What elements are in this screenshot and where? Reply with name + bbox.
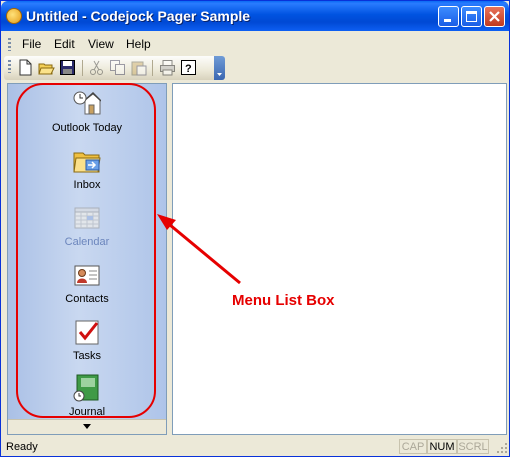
annotation-overlay bbox=[16, 83, 241, 418]
annotation-outline bbox=[16, 83, 156, 418]
annotation-arrow-line bbox=[163, 218, 241, 285]
annotation-label: Menu List Box bbox=[232, 292, 335, 309]
